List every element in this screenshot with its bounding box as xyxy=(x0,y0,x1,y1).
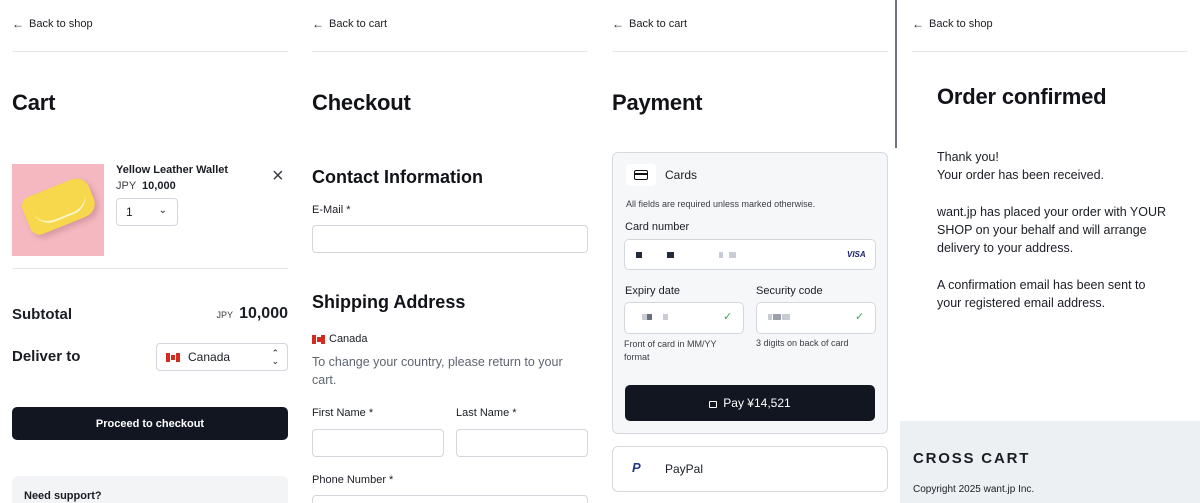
arrow-left-icon: ← xyxy=(612,17,624,31)
subtotal-amount: JPY 10,000 xyxy=(217,305,288,323)
paypal-icon: P xyxy=(632,460,641,475)
pay-button-label: Pay ¥14,521 xyxy=(723,396,791,410)
check-icon: ✓ xyxy=(723,311,733,323)
back-link-label: Back to shop xyxy=(29,18,93,30)
chevron-down-icon: ⌄ xyxy=(158,205,167,216)
shipping-heading: Shipping Address xyxy=(312,292,466,312)
first-name-label: First Name * xyxy=(312,407,374,419)
page-title: Order confirmed xyxy=(937,84,1107,109)
page-title: Payment xyxy=(612,90,703,115)
divider xyxy=(312,51,588,52)
paypal-label: PayPal xyxy=(665,462,704,476)
masked-digit xyxy=(667,252,674,258)
subtotal-currency: JPY xyxy=(216,310,234,320)
back-to-cart-link[interactable]: ← Back to cart xyxy=(612,18,687,30)
footer-brand-logo: CROSS CART xyxy=(913,450,1031,467)
divider xyxy=(912,51,1188,52)
canada-flag-icon xyxy=(312,334,325,344)
deliver-country-value: Canada xyxy=(188,350,231,364)
cart-panel: ← Back to shop Cart Yellow Leather Walle… xyxy=(0,0,300,503)
phone-label: Phone Number * xyxy=(312,474,394,486)
page-title: Checkout xyxy=(312,90,411,115)
security-code-label: Security code xyxy=(756,285,823,297)
wallet-illustration xyxy=(19,174,99,238)
select-arrows-icon: ⌃ ⌄ xyxy=(271,348,279,366)
masked-digit xyxy=(773,314,781,320)
divider xyxy=(612,51,888,52)
divider xyxy=(12,51,288,52)
back-link-label: Back to shop xyxy=(929,18,993,30)
back-link-label: Back to cart xyxy=(329,18,388,30)
support-box: Need support? xyxy=(12,476,288,503)
masked-digit xyxy=(636,252,642,258)
subtotal-label: Subtotal xyxy=(12,306,72,323)
quantity-select[interactable]: 1 ⌄ xyxy=(116,198,178,226)
first-name-field[interactable] xyxy=(312,429,444,457)
masked-digit xyxy=(647,314,652,320)
contact-heading: Contact Information xyxy=(312,167,483,187)
subtotal-value: 10,000 xyxy=(239,305,288,322)
quantity-value: 1 xyxy=(126,205,133,219)
footer: CROSS CART Copyright 2025 want.jp Inc. xyxy=(900,421,1200,503)
country-change-note: To change your country, please return to… xyxy=(312,355,563,387)
shipping-country-value: Canada xyxy=(329,333,368,345)
deliver-to-label: Deliver to xyxy=(12,348,81,365)
masked-digit xyxy=(729,252,736,258)
arrow-left-icon: ← xyxy=(312,17,324,31)
price-value: 10,000 xyxy=(142,180,176,192)
required-note: All fields are required unless marked ot… xyxy=(626,199,816,209)
email-field[interactable] xyxy=(312,225,588,253)
back-to-shop-link[interactable]: ← Back to shop xyxy=(12,18,93,30)
back-link-label: Back to cart xyxy=(629,18,688,30)
proceed-to-checkout-button[interactable]: Proceed to checkout xyxy=(12,407,288,440)
thank-you-text: Thank you! xyxy=(937,150,999,164)
page-title: Cart xyxy=(12,90,56,115)
back-to-shop-link[interactable]: ← Back to shop xyxy=(912,18,993,30)
security-help: 3 digits on back of card xyxy=(756,338,849,348)
scrollbar[interactable] xyxy=(895,0,897,148)
email-label: E-Mail * xyxy=(312,204,351,216)
back-to-cart-link[interactable]: ← Back to cart xyxy=(312,18,387,30)
last-name-field[interactable] xyxy=(456,429,588,457)
expiry-label: Expiry date xyxy=(625,285,681,297)
expiry-help: Front of card in MM/YY format xyxy=(624,339,717,362)
email-note-text: A confirmation email has been sent to yo… xyxy=(937,278,1146,310)
visa-brand-icon: VISA xyxy=(847,250,866,259)
last-name-label: Last Name * xyxy=(456,407,517,419)
deliver-country-select[interactable]: Canada ⌃ ⌄ xyxy=(156,343,288,371)
arrow-left-icon: ← xyxy=(912,17,924,31)
order-received-text: Your order has been received. xyxy=(937,168,1105,182)
copyright-text: Copyright 2025 want.jp Inc. xyxy=(913,484,1035,495)
phone-field[interactable] xyxy=(312,495,588,503)
order-placed-text: want.jp has placed your order with YOUR … xyxy=(937,205,1167,255)
card-number-field[interactable] xyxy=(624,239,876,270)
price-currency: JPY xyxy=(116,180,136,192)
masked-digit xyxy=(663,314,668,320)
check-icon: ✓ xyxy=(855,311,865,323)
credit-card-icon xyxy=(626,164,656,186)
support-label: Need support? xyxy=(24,490,102,502)
lock-icon xyxy=(709,400,718,408)
paypal-option[interactable] xyxy=(612,446,888,492)
cards-label: Cards xyxy=(665,168,698,182)
arrow-left-icon: ← xyxy=(12,17,24,31)
divider xyxy=(12,268,288,269)
checkout-panel: ← Back to cart Checkout Contact Informat… xyxy=(300,0,600,503)
masked-digit xyxy=(719,252,723,258)
card-number-label: Card number xyxy=(625,221,690,233)
canada-flag-icon xyxy=(166,352,180,362)
masked-digit xyxy=(768,314,772,320)
pay-button[interactable]: Pay ¥14,521 xyxy=(625,385,875,421)
masked-digit xyxy=(782,314,790,320)
product-name: Yellow Leather Wallet xyxy=(116,164,229,176)
product-image xyxy=(12,164,104,256)
remove-item-close-icon[interactable]: × xyxy=(272,166,284,186)
product-price: JPY 10,000 xyxy=(116,180,176,192)
shipping-country: Canada xyxy=(312,333,368,345)
